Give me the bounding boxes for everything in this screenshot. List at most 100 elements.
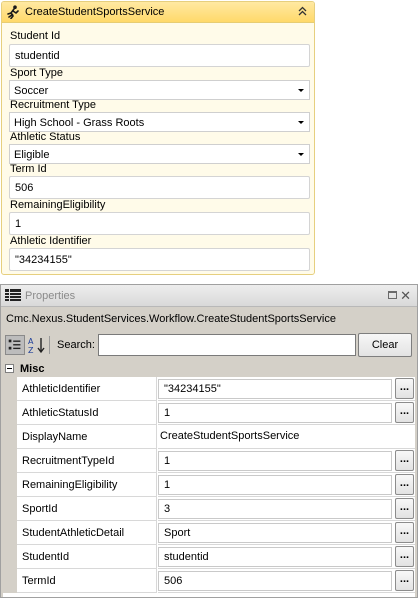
- property-value-field[interactable]: 3: [158, 499, 392, 519]
- property-value-field[interactable]: 1: [158, 475, 392, 495]
- athletic-status-dropdown[interactable]: Eligible: [9, 144, 310, 164]
- activity-designer[interactable]: CreateStudentSportsService Student Id st…: [1, 1, 315, 275]
- property-row-recruitment-type-id[interactable]: RecruitmentTypeId 1 ...: [3, 449, 415, 473]
- property-value[interactable]: 3 ...: [158, 497, 415, 521]
- property-name-text: RecruitmentTypeId: [22, 455, 115, 467]
- property-row-athletic-status-id[interactable]: AthleticStatusId 1 ...: [3, 401, 415, 425]
- ellipsis-button[interactable]: ...: [395, 522, 414, 543]
- double-chevron-up-icon[interactable]: [296, 5, 309, 18]
- property-name: TermId: [17, 569, 157, 593]
- property-row-display-name[interactable]: DisplayName CreateStudentSportsService: [3, 425, 415, 449]
- activity-header[interactable]: CreateStudentSportsService: [2, 2, 314, 23]
- property-row-athletic-identifier[interactable]: AthleticIdentifier "34234155" ...: [3, 377, 415, 401]
- chevron-down-icon: [298, 153, 304, 156]
- ellipsis-button[interactable]: ...: [395, 474, 414, 495]
- row-gutter: [3, 569, 17, 593]
- recruitment-type-dropdown[interactable]: High School - Grass Roots: [9, 112, 310, 132]
- property-name: AthleticStatusId: [17, 401, 157, 425]
- property-value[interactable]: studentid ...: [158, 545, 415, 569]
- property-row-term-id[interactable]: TermId 506 ...: [3, 569, 415, 593]
- property-value[interactable]: Sport ...: [158, 521, 415, 545]
- remaining-eligibility-label: RemainingEligibility: [10, 199, 106, 211]
- close-icon[interactable]: ✕: [400, 288, 411, 304]
- property-name-text: RemainingEligibility: [22, 479, 118, 491]
- term-id-field[interactable]: 506: [9, 176, 310, 199]
- selected-type-name: Cmc.Nexus.StudentServices.Workflow.Creat…: [6, 313, 336, 325]
- property-row-remaining-eligibility[interactable]: RemainingEligibility 1 ...: [3, 473, 415, 497]
- property-grid: Misc AthleticIdentifier "34234155" ... A…: [3, 361, 415, 597]
- property-name-text: SportId: [22, 503, 58, 515]
- row-gutter: [3, 545, 17, 569]
- chevron-down-icon: [298, 89, 304, 92]
- recruitment-type-label: Recruitment Type: [10, 99, 97, 111]
- row-gutter: [3, 473, 17, 497]
- remaining-eligibility-value: 1: [15, 218, 22, 230]
- row-gutter: [3, 425, 17, 449]
- property-value-field[interactable]: 506: [158, 571, 392, 591]
- property-value-field[interactable]: "34234155": [158, 379, 392, 399]
- student-id-field[interactable]: studentid: [9, 44, 310, 67]
- property-name: RecruitmentTypeId: [17, 449, 157, 473]
- property-name: DisplayName: [17, 425, 157, 449]
- athletic-identifier-field[interactable]: "34234155": [9, 248, 310, 271]
- property-name: RemainingEligibility: [17, 473, 157, 497]
- property-value-text: Sport: [164, 527, 191, 539]
- ellipsis-button[interactable]: ...: [395, 402, 414, 423]
- property-row-sport-id[interactable]: SportId 3 ...: [3, 497, 415, 521]
- property-value-field[interactable]: 1: [158, 403, 392, 423]
- property-value[interactable]: "34234155" ...: [158, 377, 415, 401]
- search-input[interactable]: [98, 334, 356, 356]
- collapse-icon[interactable]: [5, 364, 14, 373]
- svg-text:Z: Z: [28, 346, 34, 355]
- recruitment-type-value: High School - Grass Roots: [14, 117, 145, 129]
- properties-window: Properties ✕ Cmc.Nexus.StudentServices.W…: [0, 284, 418, 598]
- property-name-text: AthleticStatusId: [22, 407, 99, 419]
- property-value[interactable]: 506 ...: [158, 569, 415, 593]
- property-value-field[interactable]: Sport: [158, 523, 392, 543]
- property-value[interactable]: 1 ...: [158, 449, 415, 473]
- properties-icon: [5, 289, 21, 301]
- ellipsis-button[interactable]: ...: [395, 450, 414, 471]
- properties-title: Properties: [25, 290, 76, 302]
- alphabetical-sort-icon[interactable]: A Z: [27, 335, 47, 355]
- categorized-view-icon[interactable]: [5, 335, 25, 355]
- term-id-value: 506: [15, 182, 34, 194]
- ellipsis-button[interactable]: ...: [395, 546, 414, 567]
- property-row-student-athletic-detail[interactable]: StudentAthleticDetail Sport ...: [3, 521, 415, 545]
- property-name: SportId: [17, 497, 157, 521]
- sport-type-dropdown[interactable]: Soccer: [9, 80, 310, 100]
- property-row-student-id[interactable]: StudentId studentid ...: [3, 545, 415, 569]
- property-name-text: AthleticIdentifier: [22, 383, 101, 395]
- property-value-field[interactable]: 1: [158, 451, 392, 471]
- toolbar-separator: [49, 336, 50, 354]
- properties-titlebar[interactable]: Properties ✕: [1, 285, 417, 307]
- property-value-field[interactable]: studentid: [158, 547, 392, 567]
- clear-button[interactable]: Clear: [358, 333, 412, 357]
- ellipsis-button[interactable]: ...: [395, 498, 414, 519]
- athletic-identifier-value: "34234155": [15, 254, 72, 266]
- float-window-icon[interactable]: [388, 291, 397, 299]
- property-name: StudentId: [17, 545, 157, 569]
- category-label: Misc: [20, 363, 45, 375]
- row-gutter: [3, 497, 17, 521]
- ellipsis-button[interactable]: ...: [395, 570, 414, 591]
- property-name: AthleticIdentifier: [17, 377, 157, 401]
- property-value-text: 1: [164, 479, 171, 491]
- ellipsis-button[interactable]: ...: [395, 378, 414, 399]
- property-value-text[interactable]: CreateStudentSportsService: [160, 430, 299, 442]
- property-value[interactable]: 1 ...: [158, 473, 415, 497]
- property-value-text: 506: [164, 575, 183, 587]
- row-gutter: [3, 377, 17, 401]
- remaining-eligibility-field[interactable]: 1: [9, 212, 310, 235]
- svg-text:A: A: [28, 337, 34, 346]
- property-value[interactable]: 1 ...: [158, 401, 415, 425]
- property-value[interactable]: CreateStudentSportsService: [158, 425, 415, 449]
- runner-icon: [7, 5, 19, 19]
- property-value-text: 3: [164, 503, 171, 515]
- property-name: StudentAthleticDetail: [17, 521, 157, 545]
- category-misc[interactable]: Misc: [3, 361, 415, 377]
- property-name-text: StudentId: [22, 551, 70, 563]
- property-value-text: "34234155": [164, 383, 221, 395]
- properties-toolbar: A Z Search: Clear: [1, 332, 417, 358]
- property-name-text: DisplayName: [22, 431, 88, 443]
